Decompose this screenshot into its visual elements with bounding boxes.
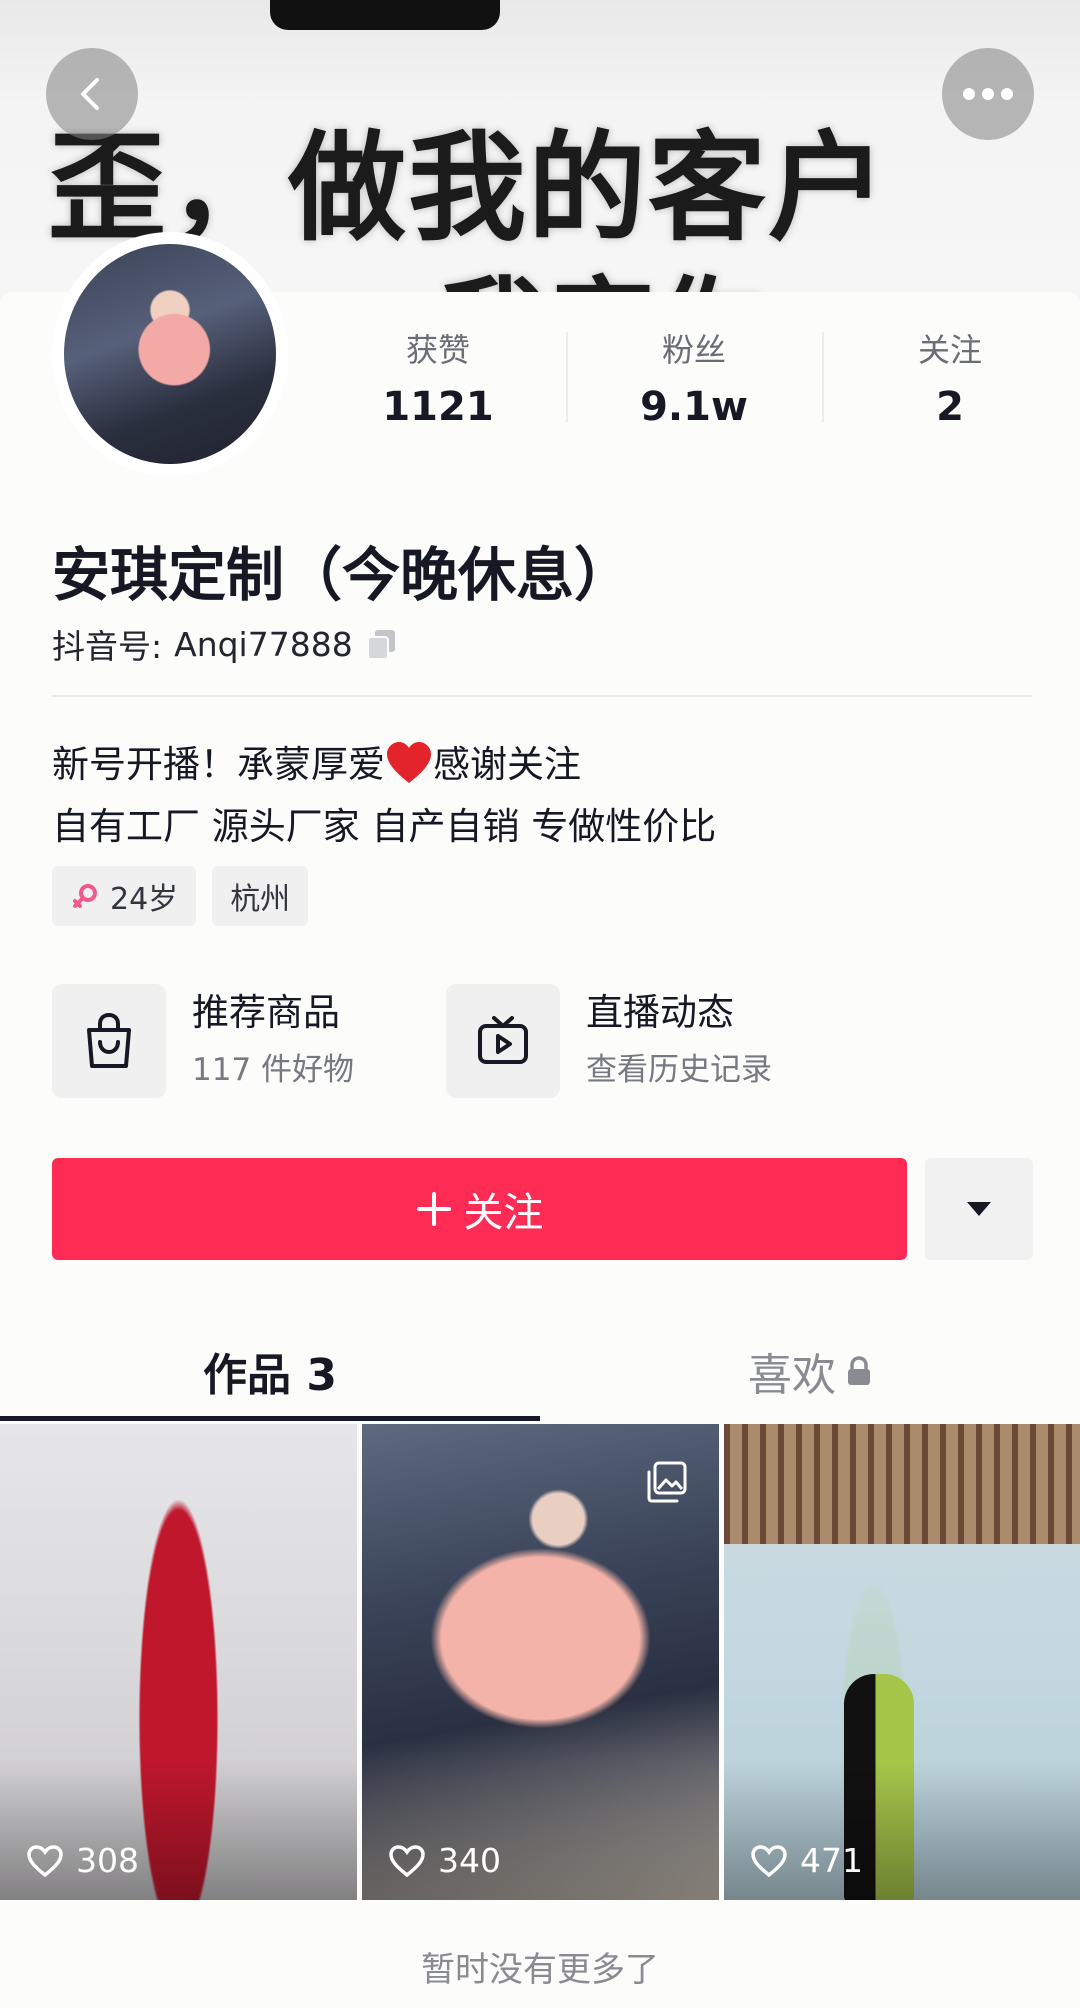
- age-tag: 24岁: [52, 866, 197, 926]
- shortcut-icon-box: [446, 984, 560, 1098]
- like-count: 308: [26, 1841, 139, 1880]
- tab-likes[interactable]: 喜欢: [540, 1320, 1080, 1422]
- stat-value: 9.1w: [640, 384, 748, 430]
- shortcut-subtitle: 117 件好物: [192, 1052, 355, 1088]
- copy-icon[interactable]: [365, 627, 399, 661]
- divider: [52, 695, 1032, 697]
- tab-works[interactable]: 作品 3: [0, 1320, 540, 1422]
- stat-value: 2: [936, 384, 964, 430]
- video-thumbnail[interactable]: 340: [362, 1424, 719, 1900]
- shortcut-subtitle: 查看历史记录: [586, 1052, 772, 1088]
- recommended-products-shortcut[interactable]: 推荐商品 117 件好物: [52, 984, 446, 1098]
- more-actions-dropdown[interactable]: [925, 1158, 1033, 1260]
- back-button[interactable]: [46, 48, 138, 140]
- female-icon: [73, 884, 97, 908]
- stat-label: 关注: [917, 331, 982, 369]
- bio-text: 感谢关注: [433, 743, 581, 786]
- video-thumbnail[interactable]: 471: [724, 1424, 1080, 1900]
- follow-button-label: 关注: [463, 1190, 544, 1236]
- stat-likes[interactable]: 获赞 1121: [310, 330, 566, 430]
- lock-icon: [848, 1356, 870, 1385]
- like-count: 340: [388, 1841, 501, 1880]
- shortcut-icon-box: [52, 984, 166, 1098]
- city-tag: 杭州: [212, 866, 309, 926]
- douyin-id-value: Anqi77888: [174, 624, 353, 664]
- like-count-value: 340: [438, 1841, 501, 1880]
- profile-name: 安琪定制（今晚休息）: [52, 541, 633, 609]
- image-set-icon: [647, 1461, 687, 1503]
- caret-down-icon: [967, 1202, 991, 1216]
- banner-graphic: [270, 0, 500, 30]
- stat-label: 获赞: [405, 331, 470, 369]
- bio-line-1: 新号开播！承蒙厚爱 感谢关注: [52, 734, 716, 796]
- video-grid: 308 340 471: [0, 1424, 1080, 1900]
- live-history-shortcut[interactable]: 直播动态 查看历史记录: [446, 984, 840, 1098]
- profile-tabs: 作品 3 喜欢: [0, 1320, 1080, 1422]
- profile-tags: 24岁 杭州: [52, 866, 309, 926]
- shortcuts-row: 推荐商品 117 件好物 直播动态 查看历史记录: [52, 984, 840, 1098]
- video-thumbnail[interactable]: 308: [0, 1424, 357, 1900]
- shortcut-title: 推荐商品: [192, 991, 340, 1034]
- stat-value: 1121: [382, 384, 494, 430]
- plus-icon: [416, 1192, 451, 1226]
- no-more-content-text: 暂时没有更多了: [421, 1950, 659, 1990]
- shopping-bag-icon: [87, 1012, 131, 1068]
- follow-button[interactable]: 关注: [52, 1158, 907, 1260]
- tab-works-label: 作品 3: [203, 1350, 337, 1401]
- heart-outline-icon: [389, 1844, 425, 1877]
- tab-likes-label: 喜欢: [748, 1350, 836, 1401]
- like-count: 471: [750, 1841, 863, 1880]
- shortcut-text: 推荐商品 117 件好物: [192, 990, 354, 1092]
- shortcut-title: 直播动态: [586, 991, 734, 1034]
- stats-row: 获赞 1121 粉丝 9.1w 关注 2: [310, 330, 1080, 430]
- avatar-image: [64, 244, 276, 464]
- more-dots-icon: [963, 88, 1013, 100]
- shortcut-text: 直播动态 查看历史记录: [586, 990, 772, 1092]
- heart-outline-icon: [27, 1844, 63, 1877]
- active-tab-indicator: [0, 1416, 540, 1421]
- tv-play-icon: [478, 1016, 528, 1064]
- avatar[interactable]: [52, 232, 288, 476]
- bio-text: 新号开播！承蒙厚爱: [52, 743, 385, 786]
- douyin-id-label: 抖音号:: [52, 627, 163, 666]
- heart-outline-icon: [751, 1844, 787, 1877]
- stat-label: 粉丝: [661, 331, 726, 369]
- more-button[interactable]: [942, 48, 1034, 140]
- douyin-id-row[interactable]: 抖音号: Anqi77888: [52, 620, 399, 668]
- like-count-value: 471: [800, 1841, 863, 1880]
- stat-following[interactable]: 关注 2: [822, 330, 1078, 430]
- like-count-value: 308: [76, 1841, 139, 1880]
- bio-line-2: 自有工厂 源头厂家 自产自销 专做性价比: [52, 805, 717, 848]
- stat-followers[interactable]: 粉丝 9.1w: [566, 330, 822, 430]
- bio: 新号开播！承蒙厚爱 感谢关注 自有工厂 源头厂家 自产自销 专做性价比: [52, 734, 716, 858]
- heart-emoji-icon: [387, 742, 431, 783]
- chevron-left-icon: [81, 78, 99, 110]
- age-text: 24岁: [110, 882, 179, 917]
